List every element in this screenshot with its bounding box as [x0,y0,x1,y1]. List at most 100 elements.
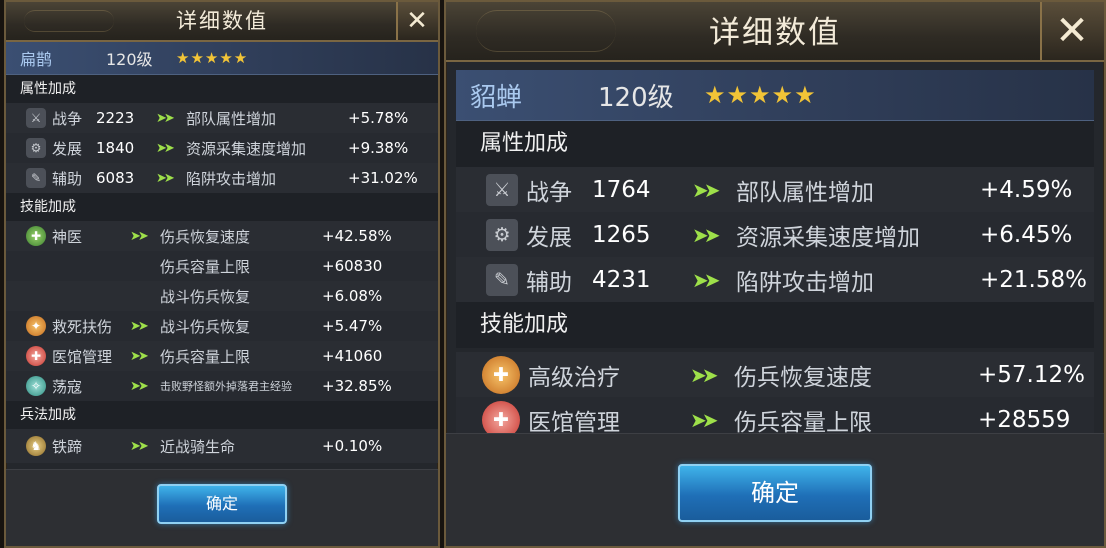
attribute-row: ✎ 辅助 6083 ➤➤ 陷阱攻击增加 +31.02% [6,163,438,193]
bonus-value: +32.85% [322,377,392,395]
advanced-heal-skill-icon: ✚ [482,355,520,394]
skill-row: 战斗伤兵恢复 +6.08% [6,281,438,311]
assist-icon: ✎ [486,263,518,296]
arrow-icon: ➤➤ [690,407,719,432]
hospital-skill-icon: ✚ [26,346,46,366]
bonus-value: +9.38% [348,139,409,157]
effect-label: 伤兵容量上限 [160,347,251,366]
panel-titlebar: 详细数值 ✕ [6,2,438,42]
arrow-icon: ➤➤ [156,110,175,126]
hero-header: 貂蝉 120级 ★★★★★ [456,70,1094,121]
tactic-name: 铁蹄 [52,437,83,456]
arrow-icon: ➤➤ [692,267,721,292]
arrow-icon: ➤➤ [130,348,149,364]
bonus-value: +57.12% [978,361,1085,388]
attribute-value: 6083 [96,169,135,187]
title-ornament [476,10,616,52]
empty-icon-slot [26,256,46,276]
bonus-value: +5.47% [322,317,383,335]
bonus-value: +31.02% [348,169,418,187]
skill-name: 医馆管理 [528,409,620,436]
attribute-row: ✎ 辅助 4231 ➤➤ 陷阱攻击增加 +21.58% [456,257,1094,302]
skill-name: 神医 [52,227,83,246]
effect-label: 伤兵容量上限 [734,409,872,436]
close-icon[interactable]: ✕ [1040,2,1104,60]
hero-stars: ★★★★★ [704,81,817,109]
effect-label: 陷阱攻击增加 [186,169,277,188]
skill-name: 荡寇 [52,377,83,396]
section-header-attributes: 属性加成 [456,121,1094,167]
empty-icon-slot [26,286,46,306]
section-header-skills: 技能加成 [456,302,1094,348]
hero-name: 貂蝉 [470,82,523,113]
arrow-icon: ➤➤ [690,362,719,387]
confirm-button[interactable]: 确定 [678,464,872,522]
hero-level: 120级 [598,82,674,113]
skill-row: ✚ 高级治疗 ➤➤ 伤兵恢复速度 +57.12% [456,352,1094,397]
arrow-icon: ➤➤ [692,222,721,247]
attribute-name: 辅助 [526,269,572,296]
develop-icon: ⚙ [26,138,46,158]
panel-footer: 确定 [446,433,1104,546]
assist-icon: ✎ [26,168,46,188]
attribute-name: 战争 [526,179,572,206]
skill-name: 医馆管理 [52,347,113,366]
effect-label: 资源采集速度增加 [186,139,307,158]
effect-label: 伤兵恢复速度 [734,364,872,391]
close-icon[interactable]: ✕ [396,2,438,40]
arrow-icon: ➤➤ [130,318,149,334]
bonus-value: +42.58% [322,227,392,245]
develop-icon: ⚙ [486,218,518,251]
attribute-value: 1840 [96,139,135,157]
skill-name: 救死扶伤 [52,317,113,336]
bonus-value: +60830 [322,257,383,275]
hero-detail-panel-right: 详细数值 ✕ 貂蝉 120级 ★★★★★ 属性加成 ⚔ 战争 1764 ➤➤ 部… [444,0,1106,548]
arrow-icon: ➤➤ [130,378,149,394]
effect-label: 部队属性增加 [186,109,277,128]
effect-label: 伤兵恢复速度 [160,227,251,246]
effect-label: 陷阱攻击增加 [736,269,874,296]
skill-row: 伤兵容量上限 +60830 [6,251,438,281]
attribute-row: ⚔ 战争 1764 ➤➤ 部队属性增加 +4.59% [456,167,1094,212]
panel-title: 详细数值 [709,15,841,51]
bonus-value: +6.08% [322,287,383,305]
tactic-row: ♞ 铁蹄 ➤➤ 近战骑生命 +0.10% [6,429,438,463]
arrow-icon: ➤➤ [130,228,149,244]
war-icon: ⚔ [486,173,518,206]
rescue-skill-icon: ✦ [26,316,46,336]
section-header-skills: 技能加成 [6,193,438,221]
section-header-attributes: 属性加成 [6,75,438,103]
attribute-value: 4231 [592,266,651,293]
bonus-value: +28559 [978,406,1071,433]
attribute-row: ⚙ 发展 1265 ➤➤ 资源采集速度增加 +6.45% [456,212,1094,257]
skill-row: ✦ 救死扶伤 ➤➤ 战斗伤兵恢复 +5.47% [6,311,438,341]
bonus-value: +4.59% [980,176,1073,203]
bonus-value: +21.58% [980,266,1087,293]
bonus-value: +5.78% [348,109,409,127]
panel-title: 详细数值 [176,9,268,33]
bandit-sweep-skill-icon: ✧ [26,376,46,396]
bonus-value: +0.10% [322,437,383,455]
arrow-icon: ➤➤ [156,170,175,186]
divine-doctor-skill-icon: ✚ [26,226,46,246]
hero-name: 扁鹊 [20,50,53,69]
bonus-value: +6.45% [980,221,1073,248]
skill-row: ✚ 医馆管理 ➤➤ 伤兵容量上限 +41060 [6,341,438,371]
panel-footer: 确定 [6,469,438,546]
arrow-icon: ➤➤ [130,438,149,454]
arrow-icon: ➤➤ [156,140,175,156]
effect-label: 击败野怪额外掉落君主经验 [160,380,292,393]
section-header-tactics: 兵法加成 [6,401,438,429]
hero-stars: ★★★★★ [176,49,249,67]
bonus-value: +41060 [322,347,383,365]
skill-row: ✧ 荡寇 ➤➤ 击败野怪额外掉落君主经验 +32.85% [6,371,438,401]
skill-name: 高级治疗 [528,364,620,391]
arrow-icon: ➤➤ [692,177,721,202]
effect-label: 部队属性增加 [736,179,874,206]
attribute-value: 2223 [96,109,135,127]
iron-hoof-tactic-icon: ♞ [26,436,46,456]
effect-label: 近战骑生命 [160,437,236,456]
effect-label: 伤兵容量上限 [160,257,251,276]
attribute-name: 发展 [526,224,572,251]
confirm-button[interactable]: 确定 [157,484,287,524]
